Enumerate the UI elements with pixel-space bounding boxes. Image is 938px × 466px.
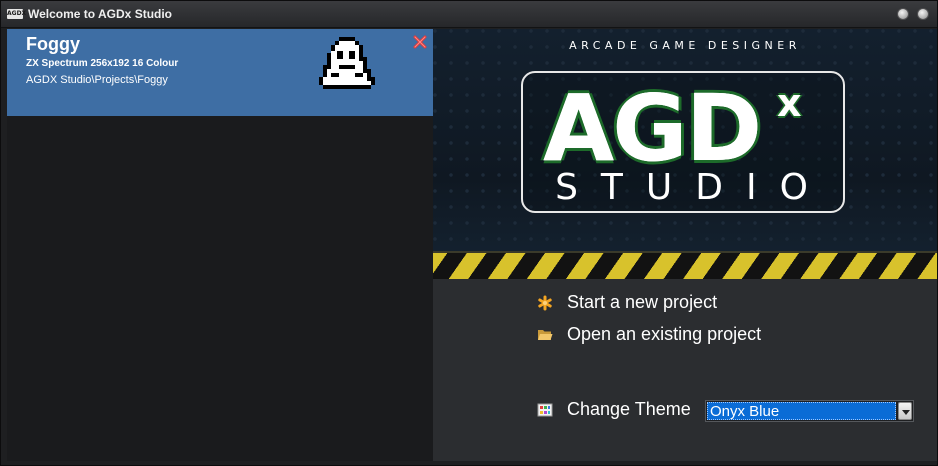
close-icon[interactable]: [413, 35, 427, 49]
folder-open-icon: [538, 329, 553, 340]
recent-projects-list[interactable]: Foggy ZX Spectrum 256x192 16 Colour AGDX…: [7, 29, 433, 461]
foggy-sprite-icon: [319, 37, 375, 89]
project-path: AGDX Studio\Projects\Foggy: [26, 74, 168, 86]
palette-icon: [537, 403, 553, 416]
project-item-foggy[interactable]: Foggy ZX Spectrum 256x192 16 Colour AGDX…: [7, 29, 433, 116]
asterisk-icon: [538, 295, 552, 310]
agdx-banner: ARCADE GAME DESIGNER AGD x STUDIO: [433, 29, 937, 279]
start-panel: ARCADE GAME DESIGNER AGD x STUDIO Start …: [433, 29, 937, 461]
agdx-logo: AGD x STUDIO: [521, 71, 845, 213]
chevron-down-icon[interactable]: [898, 402, 912, 420]
app-icon: AGDX: [7, 9, 27, 19]
start-new-project-link[interactable]: Start a new project: [537, 292, 717, 313]
logo-superscript: x: [777, 81, 802, 125]
banner-tagline: ARCADE GAME DESIGNER: [569, 39, 801, 52]
minimize-button[interactable]: [897, 8, 909, 20]
project-platform: ZX Spectrum 256x192 16 Colour: [26, 58, 179, 69]
welcome-window: AGDX Welcome to AGDx Studio Foggy ZX Spe…: [0, 0, 938, 466]
change-theme-label: Change Theme: [567, 399, 691, 419]
logo-sub-text: STUDIO: [555, 167, 831, 208]
change-theme-row: Change Theme: [537, 399, 691, 420]
open-existing-project-link[interactable]: Open an existing project: [537, 324, 761, 345]
open-existing-project-label: Open an existing project: [567, 324, 762, 344]
hazard-stripe: [433, 251, 937, 279]
theme-dropdown[interactable]: Onyx Blue: [705, 400, 914, 422]
project-name: Foggy: [26, 34, 80, 54]
title-bar[interactable]: AGDX Welcome to AGDx Studio: [1, 1, 937, 28]
logo-main-text: AGD: [543, 75, 762, 182]
theme-selected-value: Onyx Blue: [707, 402, 896, 420]
window-title: Welcome to AGDx Studio: [28, 7, 173, 21]
close-window-button[interactable]: [917, 8, 929, 20]
start-new-project-label: Start a new project: [567, 292, 718, 312]
